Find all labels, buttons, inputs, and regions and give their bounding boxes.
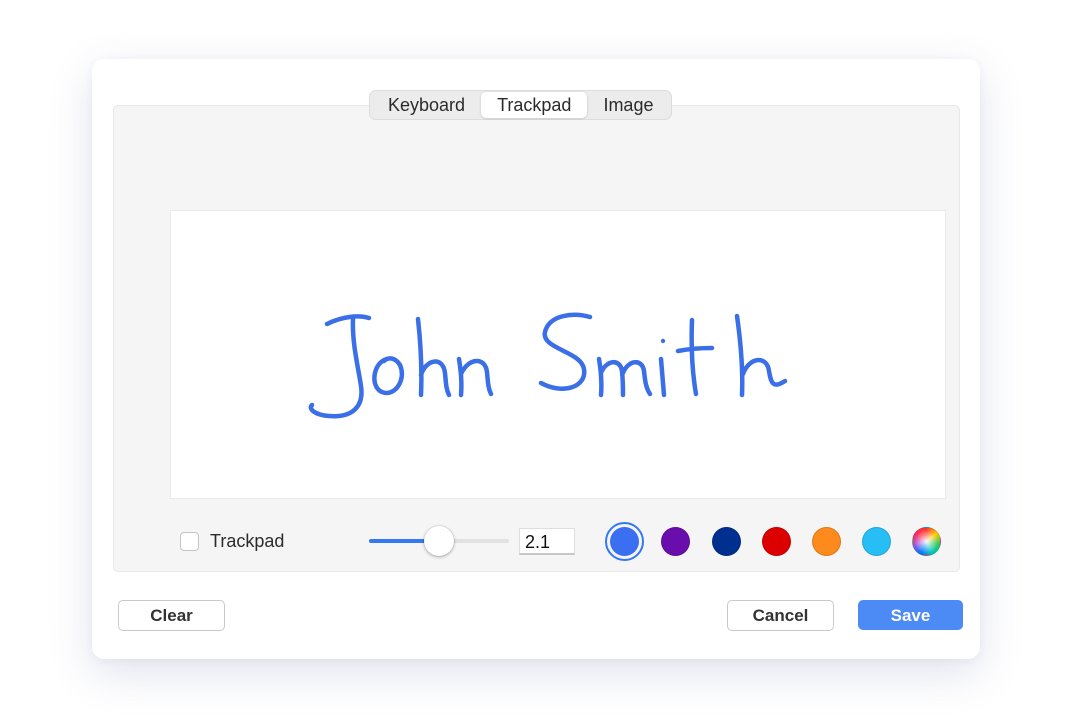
color-swatch-navy[interactable] — [711, 527, 741, 556]
stroke-t — [675, 317, 715, 397]
tab-keyboard[interactable]: Keyboard — [372, 92, 481, 118]
input-mode-tabs: Keyboard Trackpad Image — [369, 90, 673, 120]
stroke-i — [658, 356, 667, 398]
cancel-button[interactable]: Cancel — [727, 600, 834, 631]
stroke-J — [308, 314, 372, 419]
signature-dialog: Trackpad Keyboard Trackpad Image Clear C… — [92, 59, 980, 659]
color-swatch-purple[interactable] — [660, 527, 690, 556]
signature-canvas[interactable] — [170, 210, 946, 499]
trackpad-toggle[interactable]: Trackpad — [180, 531, 284, 552]
trackpad-checkbox-label: Trackpad — [210, 531, 285, 551]
stroke-n — [456, 356, 494, 398]
signature-strokes — [308, 312, 788, 419]
trackpad-checkbox[interactable] — [180, 532, 199, 551]
signature-panel: Trackpad — [113, 105, 960, 572]
color-swatch-custom[interactable] — [911, 527, 941, 556]
signature-drawing — [308, 312, 788, 419]
stroke-m — [596, 356, 653, 398]
stroke-size-slider[interactable] — [369, 526, 509, 556]
color-swatch-red[interactable] — [761, 527, 791, 556]
save-button[interactable]: Save — [858, 600, 963, 630]
stroke-size-field[interactable] — [519, 528, 575, 555]
color-swatch-orange[interactable] — [811, 527, 841, 556]
slider-thumb[interactable] — [424, 526, 454, 556]
stroke-i-dot — [660, 338, 666, 344]
stroke-S — [538, 312, 593, 391]
tab-image[interactable]: Image — [587, 92, 669, 118]
stroke-o — [372, 356, 404, 396]
clear-button[interactable]: Clear — [118, 600, 225, 631]
stroke-h — [415, 316, 452, 398]
stroke-h2 — [734, 313, 788, 398]
color-swatch-cyan[interactable] — [861, 527, 891, 556]
color-swatch-blue[interactable] — [604, 522, 644, 561]
tab-trackpad[interactable]: Trackpad — [481, 92, 588, 118]
